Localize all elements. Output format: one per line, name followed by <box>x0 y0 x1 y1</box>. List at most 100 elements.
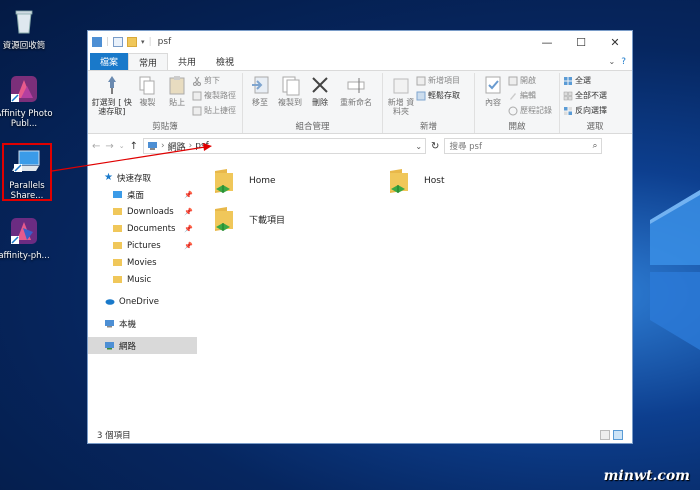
ribbon-group-new: 新增 資料夾 新增項目 輕鬆存取 新增 <box>383 73 475 133</box>
separator: | <box>106 37 110 47</box>
tab-file[interactable]: 檔案 <box>90 53 129 70</box>
nav-item-network[interactable]: 網路 <box>88 337 197 354</box>
folder-icon <box>113 225 122 232</box>
copy-to-icon <box>282 76 300 96</box>
back-arrow-icon[interactable]: ← <box>92 141 100 152</box>
folder-icon <box>113 276 122 283</box>
file-list: Home Host 下載項目 <box>197 159 632 427</box>
desktop-icon-affinity-photo[interactable]: affinity-ph... <box>0 216 54 261</box>
network-icon <box>148 142 158 150</box>
nav-item-documents[interactable]: Documents 📌 <box>88 220 197 237</box>
breadcrumb-separator-icon: › <box>188 141 193 151</box>
folder-label: 下載項目 <box>249 215 286 226</box>
select-none-icon <box>563 91 573 100</box>
easy-access-icon <box>416 91 426 100</box>
highlight-box <box>2 143 52 201</box>
status-bar: 3 個項目 <box>88 427 632 443</box>
easy-access-button[interactable]: 輕鬆存取 <box>416 89 460 102</box>
tab-share[interactable]: 共用 <box>168 53 206 70</box>
details-view-icon[interactable] <box>600 430 610 440</box>
new-folder-quick-icon[interactable] <box>127 37 138 47</box>
watermark: minwt.com <box>603 468 690 484</box>
invert-selection-icon <box>564 106 572 115</box>
paste-shortcut-icon <box>192 106 202 115</box>
maximize-button[interactable]: ☐ <box>564 36 598 49</box>
search-placeholder: 搜尋 psf <box>449 142 482 152</box>
edit-button[interactable]: 編輯 <box>508 89 552 102</box>
nav-item-music[interactable]: Music <box>88 271 197 288</box>
item-count: 3 個項目 <box>97 431 131 441</box>
up-arrow-icon[interactable]: ↑ <box>130 141 138 152</box>
recent-dropdown-icon[interactable]: ⌄ <box>119 142 125 150</box>
ribbon-group-label: 選取 <box>586 122 604 132</box>
properties-quick-icon[interactable] <box>113 37 124 47</box>
folder-item-host[interactable]: Host <box>388 167 445 195</box>
cloud-icon <box>105 299 115 305</box>
desktop-icon-recycle-bin[interactable]: 資源回收筒 <box>0 6 54 51</box>
folder-item-downloads[interactable]: 下載項目 <box>213 205 285 233</box>
forward-arrow-icon[interactable]: → <box>105 141 113 152</box>
nav-item-downloads[interactable]: Downloads 📌 <box>88 203 197 220</box>
affinity-publisher-icon <box>11 76 37 102</box>
separator: | <box>148 37 152 47</box>
nav-item-movies[interactable]: Movies <box>88 254 197 271</box>
desktop-icon-affinity-publisher[interactable]: Affinity Photo Publ... <box>0 74 54 129</box>
copy-path-icon <box>192 91 202 100</box>
nav-item-onedrive[interactable]: OneDrive <box>88 293 197 310</box>
open-icon <box>508 76 518 85</box>
navigation-pane: ★ 快速存取 桌面 📌 Downloads 📌 Documents 📌 Pict… <box>88 159 197 427</box>
nav-item-desktop[interactable]: 桌面 📌 <box>88 186 197 203</box>
folder-icon <box>113 259 122 266</box>
ribbon-tabs: 檔案 常用 共用 檢視 ⌄ ? <box>88 53 632 71</box>
new-item-button[interactable]: 新增項目 <box>416 74 460 87</box>
select-all-button[interactable]: 全選 <box>563 74 607 87</box>
folder-item-home[interactable]: Home <box>213 167 276 195</box>
paste-icon <box>169 76 185 95</box>
ribbon-expand-icon[interactable]: ⌄ <box>609 53 622 70</box>
select-none-button[interactable]: 全部不選 <box>563 89 607 102</box>
customize-dropdown-icon[interactable]: ▾ <box>141 38 145 46</box>
explorer-body: ★ 快速存取 桌面 📌 Downloads 📌 Documents 📌 Pict… <box>88 159 632 427</box>
ribbon-group-select: 全選 全部不選 反向選擇 選取 <box>560 73 630 133</box>
ribbon: 釘選到 [ 快速存取] 複製 貼上 剪下 複製路徑 貼上捷徑 剪貼簿 移至 複製… <box>88 71 632 134</box>
cut-button[interactable]: 剪下 <box>192 74 236 87</box>
pinned-icon: 📌 <box>184 190 193 199</box>
invert-selection-button[interactable]: 反向選擇 <box>563 104 607 117</box>
refresh-icon[interactable]: ↻ <box>431 141 439 152</box>
address-dropdown-icon[interactable]: ⌄ <box>415 142 422 151</box>
nav-item-quick-access[interactable]: ★ 快速存取 <box>88 169 197 186</box>
desktop-icon-label: affinity-ph... <box>0 251 50 261</box>
edit-icon <box>510 92 516 100</box>
folder-icon <box>113 242 122 249</box>
pinned-icon: 📌 <box>184 207 193 216</box>
move-to-icon <box>252 76 269 94</box>
history-button[interactable]: 歷程記錄 <box>508 104 552 117</box>
tab-home[interactable]: 常用 <box>128 53 169 70</box>
large-icons-view-icon[interactable] <box>613 430 623 440</box>
copy-icon <box>139 76 155 95</box>
search-icon: ⌕ <box>592 141 598 151</box>
open-button[interactable]: 開啟 <box>508 74 552 87</box>
ribbon-group-clipboard: 釘選到 [ 快速存取] 複製 貼上 剪下 複製路徑 貼上捷徑 剪貼簿 <box>88 73 243 133</box>
tab-view[interactable]: 檢視 <box>206 53 244 70</box>
breadcrumb-psf[interactable]: psf <box>195 141 209 151</box>
copy-path-button[interactable]: 複製路徑 <box>192 89 236 102</box>
star-icon: ★ <box>104 172 113 183</box>
breadcrumb-network[interactable]: 網路 <box>168 140 186 153</box>
properties-icon <box>485 76 501 94</box>
paste-shortcut-button[interactable]: 貼上捷徑 <box>192 104 236 117</box>
nav-item-pictures[interactable]: Pictures 📌 <box>88 237 197 254</box>
recycle-bin-icon <box>15 10 33 34</box>
nav-item-this-pc[interactable]: 本機 <box>88 315 197 332</box>
desktop-icon-label: 資源回收筒 <box>2 41 46 51</box>
ribbon-group-label: 剪貼簿 <box>152 122 178 132</box>
search-input[interactable]: 搜尋 psf ⌕ <box>444 138 603 154</box>
minimize-button[interactable]: — <box>530 36 564 49</box>
close-button[interactable]: ✕ <box>598 36 632 49</box>
help-icon[interactable]: ? <box>621 53 632 70</box>
address-bar[interactable]: › 網路 › psf ⌄ <box>143 138 427 154</box>
ribbon-group-organize: 移至 複製到 刪除 重新命名 組合管理 <box>243 73 383 133</box>
rename-icon <box>347 78 365 93</box>
ribbon-group-label: 組合管理 <box>295 122 330 132</box>
address-bar-row: ← → ⌄ ↑ › 網路 › psf ⌄ ↻ 搜尋 psf ⌕ <box>88 134 632 158</box>
